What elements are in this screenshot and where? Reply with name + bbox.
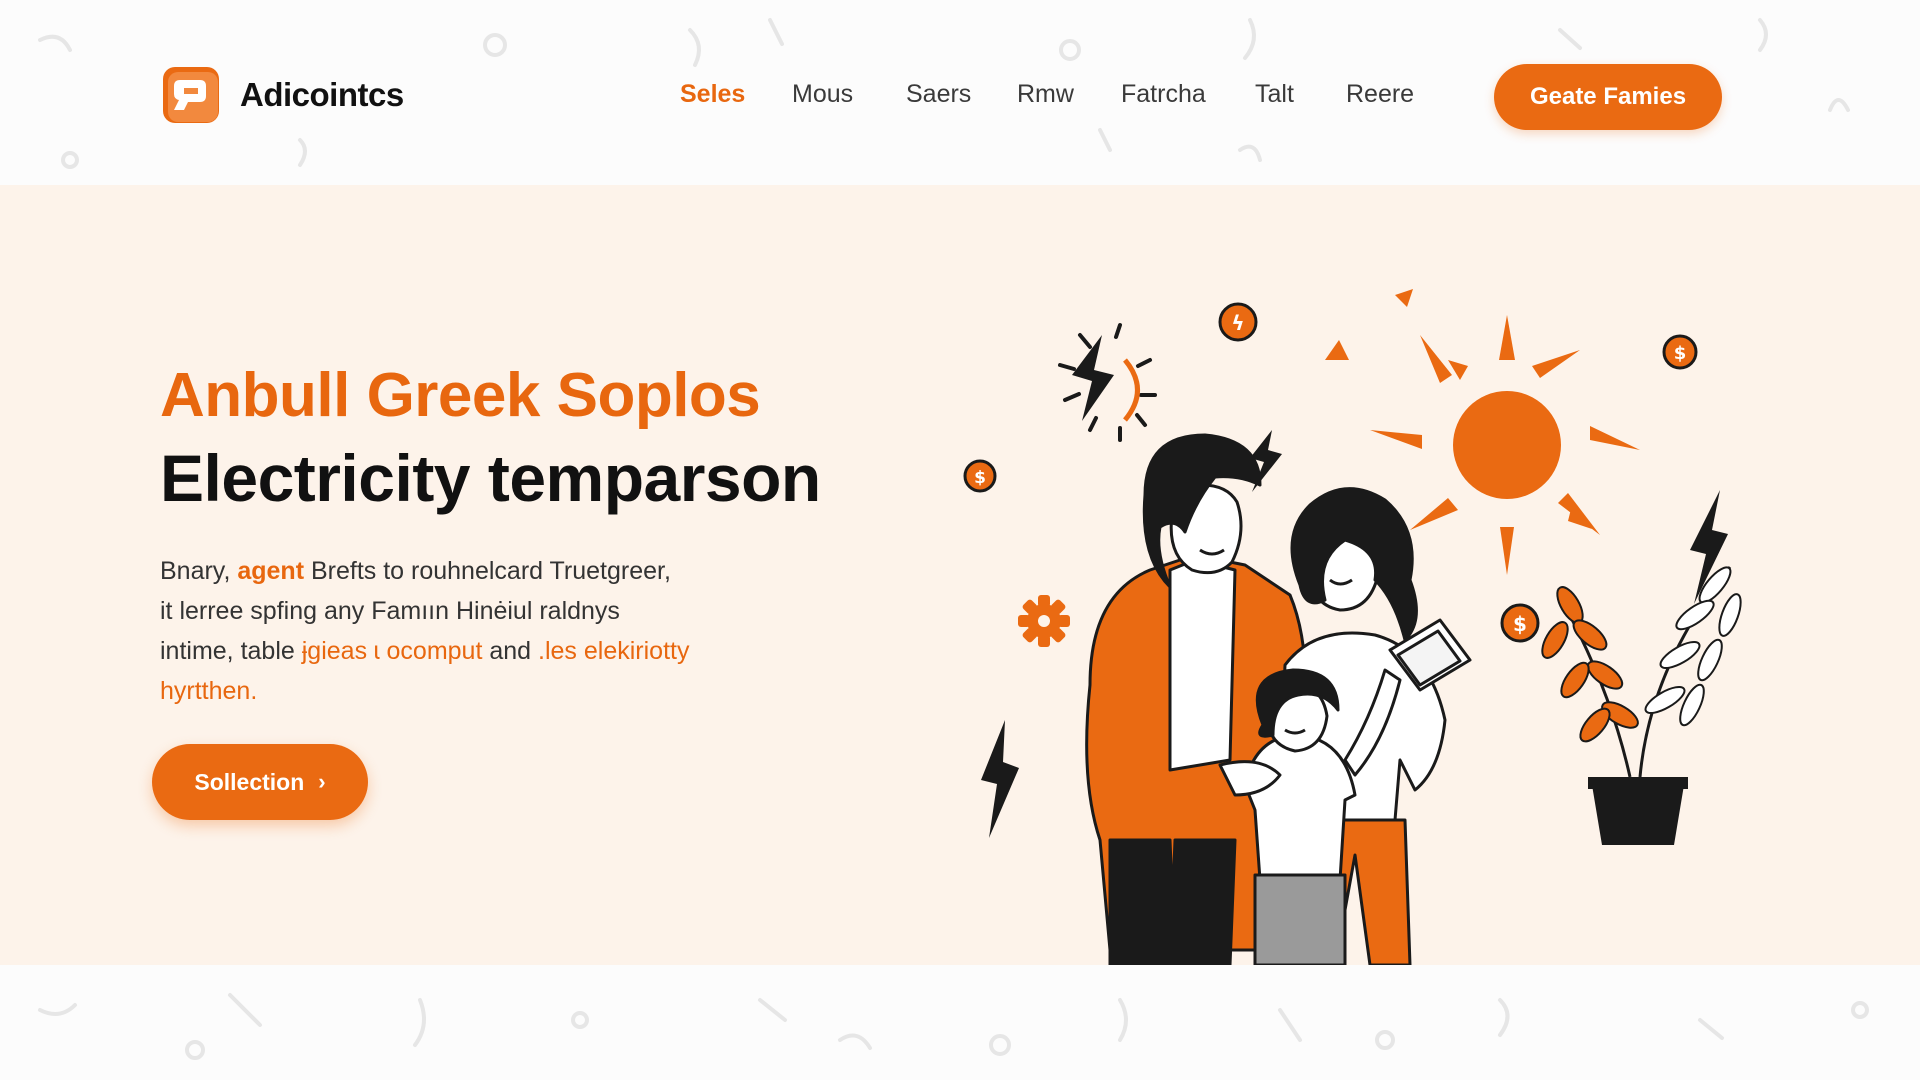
desc-text: and xyxy=(482,637,539,665)
nav-item-mous[interactable]: Mous xyxy=(792,80,853,109)
lightning-icon xyxy=(1058,323,1157,442)
dollar-coin-icon: $ xyxy=(1662,334,1698,370)
nav-item-seles[interactable]: Seles xyxy=(680,80,745,109)
site-header: Adicointcs Seles Mous Saers Rmw Fatrcha … xyxy=(0,0,1920,185)
lightning-icon xyxy=(981,720,1019,838)
hero-illustration: ϟ $ $ $ xyxy=(963,289,1742,965)
desc-highlight: hyrtthen. xyxy=(160,677,258,705)
nav-item-talt[interactable]: Talt xyxy=(1255,80,1294,109)
family-illustration xyxy=(1085,433,1472,965)
hero-description: Bnary, agent Brefts to rouhnelcard Truet… xyxy=(160,551,780,711)
dollar-coin-icon: $ xyxy=(1500,603,1540,643)
desc-text: intime, table xyxy=(160,637,302,665)
nav-item-saers[interactable]: Saers xyxy=(906,80,971,109)
hero-cta-label: Sollection xyxy=(194,768,305,795)
dollar-coin-icon: $ xyxy=(963,459,997,493)
header-cta-button[interactable]: Geate Famies xyxy=(1494,64,1722,130)
chevron-right-icon: › xyxy=(318,769,326,794)
hero-headline-secondary: Electricity temparson xyxy=(160,441,821,515)
svg-text:$: $ xyxy=(1513,612,1527,636)
desc-highlight: agent xyxy=(237,557,305,585)
brand-logo[interactable]: Adicointcs xyxy=(160,64,404,126)
gear-icon xyxy=(1018,595,1070,647)
hero-cta-button[interactable]: Sollection › xyxy=(152,744,368,820)
hero-section: Anbull Greek Soplos Electricity temparso… xyxy=(0,185,1920,965)
svg-text:ϟ: ϟ xyxy=(1231,311,1244,335)
brand-name: Adicointcs xyxy=(240,76,404,113)
hero-headline-primary: Anbull Greek Soplos xyxy=(160,361,761,430)
svg-text:$: $ xyxy=(1674,343,1687,364)
desc-highlight: .les elekiriotty xyxy=(538,637,690,665)
nav-item-reere[interactable]: Reere xyxy=(1346,80,1414,109)
svg-text:$: $ xyxy=(974,468,986,488)
logo-icon xyxy=(163,67,219,123)
desc-text: it lerree spfing any Famıın Hinėiul rald… xyxy=(160,597,620,625)
desc-text: Brefts to rouhnelcard Truetgreer, xyxy=(304,557,671,585)
desc-highlight: ɉgieas ɩ ocomput xyxy=(301,637,483,665)
dollar-coin-icon: ϟ xyxy=(1218,302,1258,342)
nav-item-fatrcha[interactable]: Fatrcha xyxy=(1121,80,1206,109)
nav-item-rmw[interactable]: Rmw xyxy=(1017,80,1074,109)
plant-icon xyxy=(1541,566,1742,845)
desc-text: Bnary, xyxy=(160,557,238,585)
